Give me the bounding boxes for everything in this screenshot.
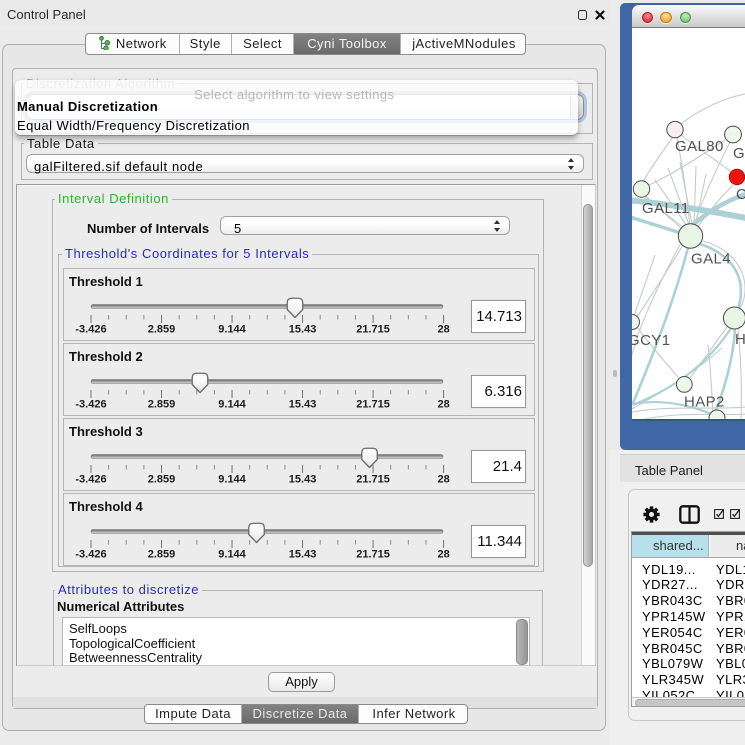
svg-text:-3.426: -3.426 [75, 324, 106, 336]
svg-text:21.715: 21.715 [356, 474, 390, 486]
svg-text:-3.426: -3.426 [75, 399, 106, 411]
svg-text:21.715: 21.715 [356, 324, 390, 336]
svg-text:-3.426: -3.426 [75, 474, 106, 486]
svg-text:2.859: 2.859 [148, 549, 176, 561]
svg-text:9.144: 9.144 [218, 399, 246, 411]
svg-text:HAP2: HAP2 [684, 394, 725, 411]
svg-text:-3.426: -3.426 [75, 549, 106, 561]
svg-text:2.859: 2.859 [148, 324, 176, 336]
svg-text:15.43: 15.43 [289, 399, 317, 411]
svg-text:GA: GA [733, 145, 745, 162]
svg-text:C: C [736, 186, 745, 203]
svg-text:28: 28 [437, 399, 449, 411]
svg-text:28: 28 [437, 549, 449, 561]
svg-text:9.144: 9.144 [218, 549, 246, 561]
svg-text:2.859: 2.859 [148, 399, 176, 411]
svg-text:9.144: 9.144 [218, 324, 246, 336]
svg-text:15.43: 15.43 [289, 549, 317, 561]
svg-text:15.43: 15.43 [289, 474, 317, 486]
svg-text:15.43: 15.43 [289, 324, 317, 336]
svg-text:GAL11: GAL11 [642, 200, 690, 217]
svg-text:21.715: 21.715 [356, 549, 390, 561]
svg-text:GCY1: GCY1 [632, 332, 670, 349]
svg-text:21.715: 21.715 [356, 399, 390, 411]
svg-text:9.144: 9.144 [218, 474, 246, 486]
svg-text:2.859: 2.859 [148, 474, 176, 486]
svg-text:H: H [735, 331, 745, 348]
svg-text:GAL4: GAL4 [691, 251, 731, 268]
svg-text:28: 28 [437, 324, 449, 336]
svg-text:28: 28 [437, 474, 449, 486]
svg-text:GAL80: GAL80 [675, 138, 724, 155]
